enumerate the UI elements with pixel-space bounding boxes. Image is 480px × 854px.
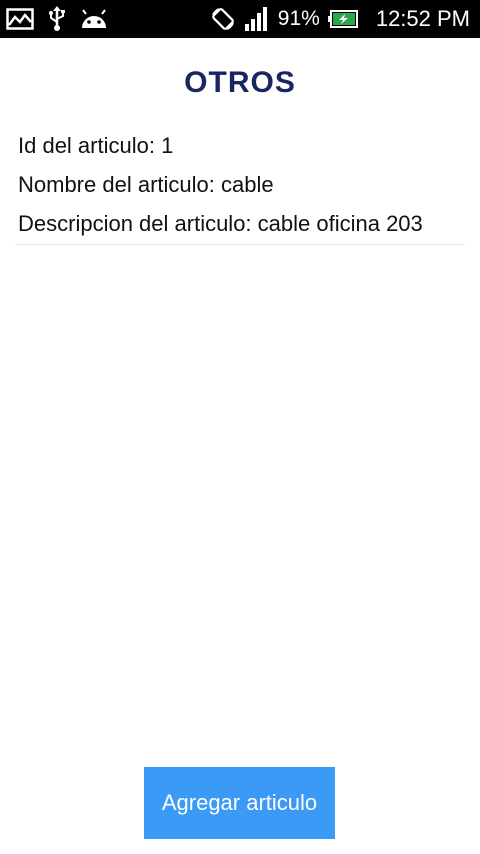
article-description-text: Descripcion del articulo: cable oficina …: [18, 211, 423, 236]
gallery-icon: [6, 8, 34, 30]
usb-icon: [48, 6, 66, 32]
battery-charging-icon: [327, 10, 358, 28]
system-icons: 91% 12:52 PM: [210, 6, 480, 32]
battery-percent: 91%: [277, 7, 320, 30]
signal-icon: [244, 7, 270, 31]
status-bar: 91% 12:52 PM: [0, 0, 480, 38]
article-detail-card: Id del articulo: 1 Nombre del articulo: …: [15, 132, 465, 245]
auto-rotate-icon: [210, 6, 236, 32]
article-id-text: Id del articulo: 1: [18, 133, 174, 158]
notification-icons: [0, 6, 108, 32]
add-article-button[interactable]: Agregar articulo: [144, 767, 335, 839]
android-icon: [80, 8, 108, 30]
article-name-text: Nombre del articulo: cable: [18, 172, 274, 197]
page-title: OTROS: [184, 66, 296, 99]
clock: 12:52 PM: [375, 6, 470, 31]
